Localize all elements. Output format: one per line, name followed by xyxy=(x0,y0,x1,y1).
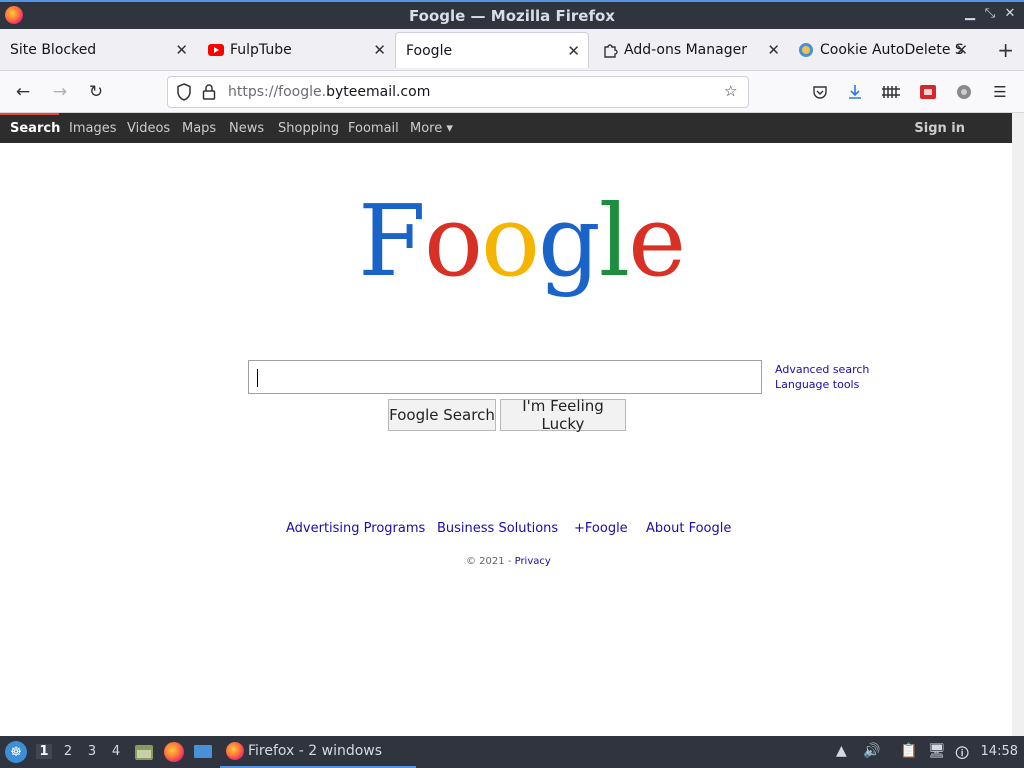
tab-label: Add-ons Manager xyxy=(624,42,747,58)
workspace-2[interactable]: 2 xyxy=(60,744,76,759)
shield-icon[interactable] xyxy=(176,83,192,105)
back-icon[interactable]: ← xyxy=(10,79,36,105)
tab-close-icon[interactable]: ✕ xyxy=(767,41,780,59)
plus-foogle-link[interactable]: +Foogle xyxy=(574,521,628,536)
tab-label: Foogle xyxy=(406,42,453,59)
firefox-icon xyxy=(226,742,244,760)
sign-in-link[interactable]: Sign in xyxy=(914,121,965,136)
tab-addons-manager[interactable]: Add-ons Manager ✕ xyxy=(592,29,788,71)
advertising-programs-link[interactable]: Advertising Programs xyxy=(286,521,425,536)
task-label: Firefox - 2 windows xyxy=(248,743,383,759)
gbar-news[interactable]: News xyxy=(229,121,264,136)
workspace-3[interactable]: 3 xyxy=(84,744,100,759)
feeling-lucky-button[interactable]: I'm Feeling Lucky xyxy=(500,397,626,433)
navigation-toolbar: ← → ↻ https://foogle.byteemail.com ☆ ☰ xyxy=(0,71,1024,113)
taskbar-firefox-button[interactable]: Firefox - 2 windows xyxy=(220,736,416,768)
workspace-4[interactable]: 4 xyxy=(108,744,124,759)
copyright: © 2021 - Privacy xyxy=(466,556,551,567)
new-tab-icon[interactable]: + xyxy=(997,38,1014,62)
tab-close-icon[interactable]: ✕ xyxy=(373,41,386,59)
tray-up-icon[interactable]: ▲ xyxy=(836,743,847,759)
gbar-more[interactable]: More ▾ xyxy=(410,121,453,136)
tab-close-icon[interactable]: ✕ xyxy=(567,42,580,60)
gbar-foomail[interactable]: Foomail xyxy=(348,121,399,136)
tab-label: FulpTube xyxy=(230,42,292,58)
tab-strip: Site Blocked ✕ FulpTube ✕ Foogle ✕ Add-o… xyxy=(0,29,1024,71)
logo-letter: l xyxy=(598,185,630,299)
notification-icon[interactable]: 🛈 xyxy=(955,743,969,767)
gbar-maps[interactable]: Maps xyxy=(182,121,216,136)
logo-letter: g xyxy=(538,185,601,299)
extension-red-icon[interactable] xyxy=(918,82,938,102)
url-text[interactable]: https://foogle.byteemail.com xyxy=(228,84,430,100)
workspace-1[interactable]: 1 xyxy=(36,744,52,759)
tab-foogle[interactable]: Foogle ✕ xyxy=(395,32,589,68)
logo-letter: e xyxy=(628,185,686,299)
foogle-search-button[interactable]: Foogle Search xyxy=(388,399,496,431)
window-title: Foogle — Mozilla Firefox xyxy=(409,7,615,25)
forward-icon[interactable]: → xyxy=(47,79,73,105)
tab-close-icon[interactable]: ✕ xyxy=(955,41,968,59)
hamburger-menu-icon[interactable]: ☰ xyxy=(990,82,1010,102)
gbar-search[interactable]: Search xyxy=(10,121,60,136)
app-menu-icon[interactable]: ☸ xyxy=(5,741,27,763)
language-tools-link[interactable]: Language tools xyxy=(775,378,859,391)
search-input[interactable] xyxy=(248,360,762,394)
library-icon[interactable] xyxy=(881,82,901,102)
gbar-images[interactable]: Images xyxy=(69,121,117,136)
cookie-icon xyxy=(798,42,814,58)
tab-label: Cookie AutoDelete S xyxy=(820,42,964,58)
volume-icon[interactable]: 🔊 xyxy=(863,743,880,759)
logo-letter: o xyxy=(481,185,540,299)
gbar-shopping[interactable]: Shopping xyxy=(278,121,339,136)
taskbar: ☸ 1 2 3 4 Firefox - 2 windows ▲ 🔊 📋 🖥 🛈 … xyxy=(0,736,1024,768)
lock-icon[interactable] xyxy=(202,83,216,105)
tab-close-icon[interactable]: ✕ xyxy=(175,41,188,59)
tab-label: Site Blocked xyxy=(10,42,97,58)
pocket-icon[interactable] xyxy=(810,82,830,102)
downloads-icon[interactable] xyxy=(845,82,865,102)
page-scrollbar[interactable] xyxy=(1012,113,1024,736)
tab-cookie-autodelete[interactable]: Cookie AutoDelete S ✕ xyxy=(788,29,976,71)
minimize-icon[interactable]: ▁ xyxy=(962,6,978,21)
tab-site-blocked[interactable]: Site Blocked ✕ xyxy=(0,29,196,71)
youtube-icon xyxy=(208,42,224,58)
url-bar[interactable]: https://foogle.byteemail.com ☆ xyxy=(167,76,749,108)
gbar-videos[interactable]: Videos xyxy=(127,121,170,136)
privacy-link[interactable]: Privacy xyxy=(515,556,551,567)
reload-icon[interactable]: ↻ xyxy=(83,79,109,105)
close-window-icon[interactable]: ✕ xyxy=(1002,6,1018,21)
advanced-search-link[interactable]: Advanced search xyxy=(775,363,869,376)
clock: 14:58 xyxy=(980,744,1018,759)
foogle-top-bar: Search Images Videos Maps News Shopping … xyxy=(0,113,1012,143)
bookmark-star-icon[interactable]: ☆ xyxy=(724,82,737,100)
puzzle-icon xyxy=(602,42,618,58)
tab-fulptube[interactable]: FulpTube ✕ xyxy=(198,29,394,71)
firefox-launcher-icon[interactable] xyxy=(164,742,184,762)
desktop-icon[interactable] xyxy=(193,742,213,762)
restore-icon[interactable]: ⤡ xyxy=(982,6,998,21)
clipboard-icon[interactable]: 📋 xyxy=(900,743,917,759)
about-foogle-link[interactable]: About Foogle xyxy=(646,521,731,536)
text-caret xyxy=(257,369,258,387)
extension-gray-icon[interactable] xyxy=(954,82,974,102)
file-manager-icon[interactable] xyxy=(134,742,154,762)
foogle-logo: Foogle xyxy=(358,185,686,299)
logo-letter: o xyxy=(424,185,483,299)
business-solutions-link[interactable]: Business Solutions xyxy=(437,521,558,536)
window-titlebar: Foogle — Mozilla Firefox ▁ ⤡ ✕ xyxy=(0,0,1024,29)
logo-letter: F xyxy=(358,185,426,299)
active-indicator xyxy=(0,113,59,115)
network-icon[interactable]: 🖥 xyxy=(928,743,946,759)
